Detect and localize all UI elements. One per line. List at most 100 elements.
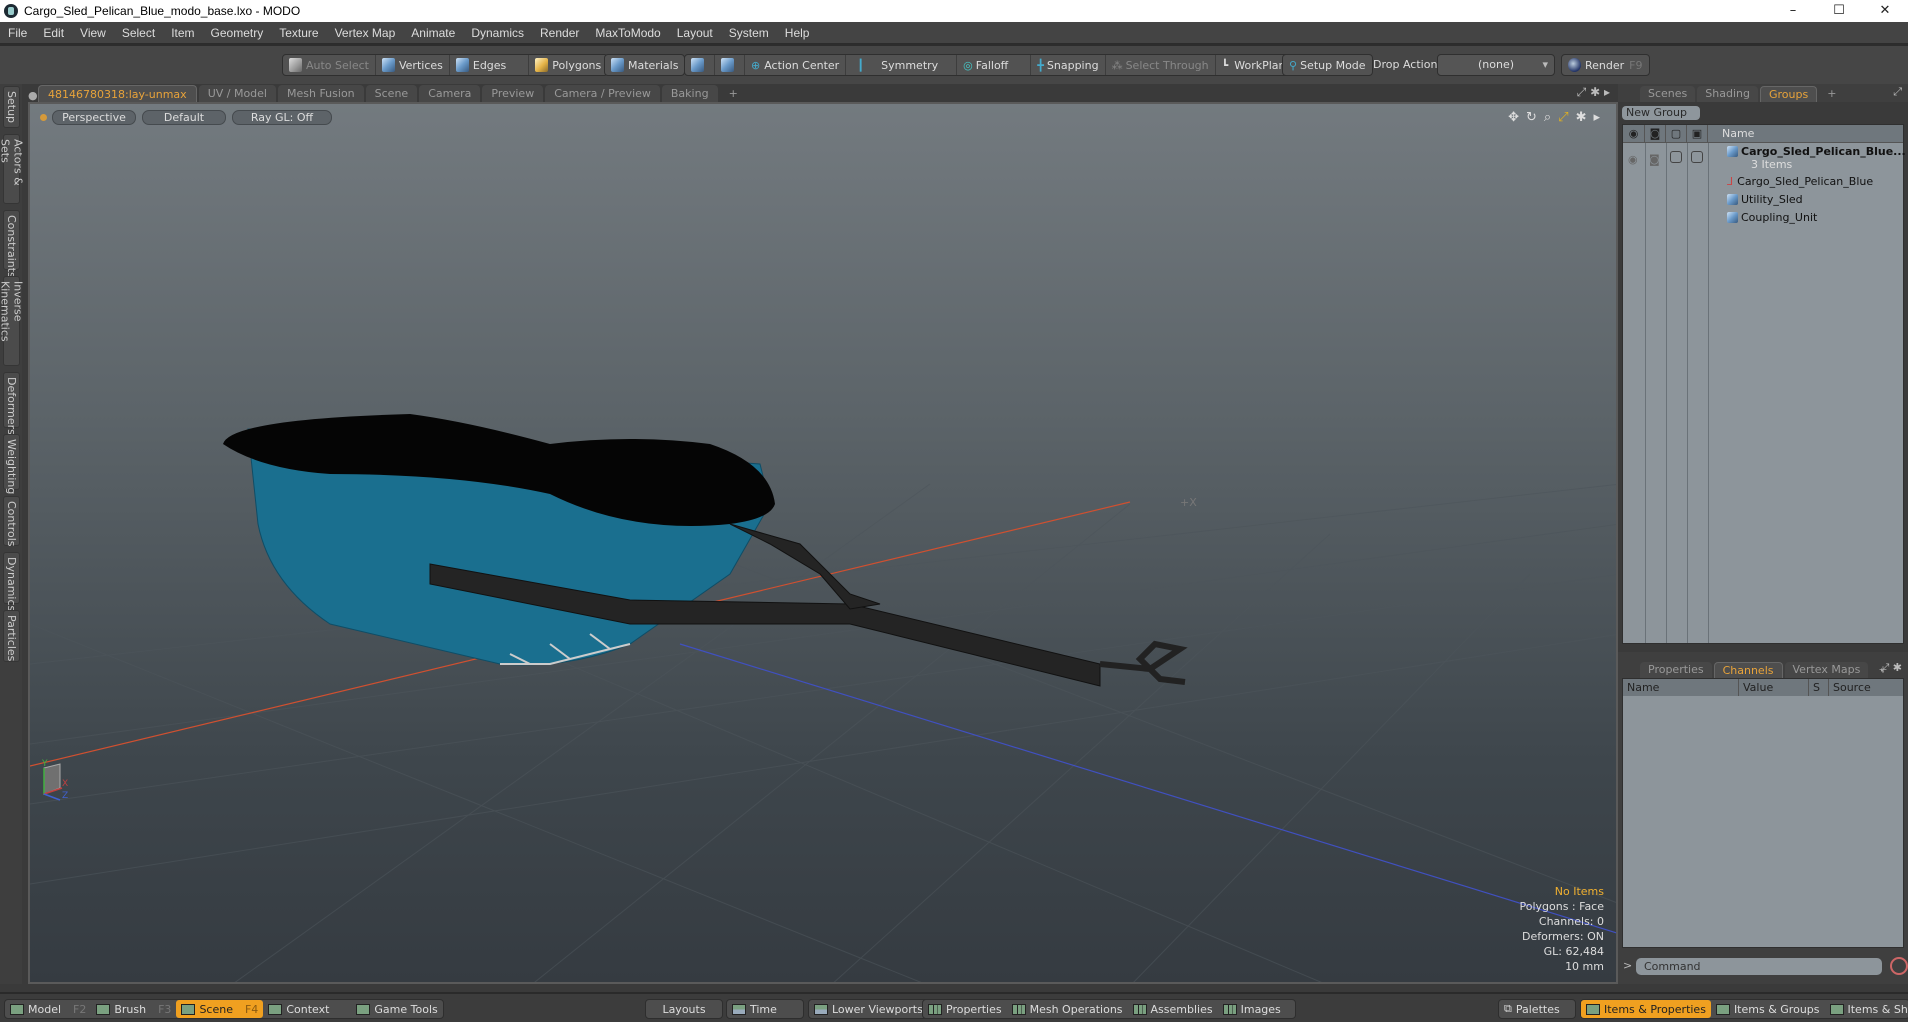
add-right-tab-button[interactable]: +: [1819, 86, 1844, 102]
mesh-operations-button[interactable]: Mesh Operations: [1007, 1000, 1128, 1018]
render-button[interactable]: Render F9: [1562, 55, 1649, 75]
action-center-button[interactable]: ⊕ Action Center: [745, 55, 847, 75]
tab-shading[interactable]: Shading: [1697, 86, 1758, 102]
menu-geometry[interactable]: Geometry: [203, 26, 272, 40]
menu-view[interactable]: View: [72, 26, 114, 40]
group-item-utility-sled[interactable]: Utility_Sled: [1727, 193, 1803, 206]
materials-button[interactable]: Materials: [605, 55, 684, 75]
menu-vertex-map[interactable]: Vertex Map: [327, 26, 404, 40]
left-tab-particles[interactable]: Particles: [3, 610, 20, 662]
menu-help[interactable]: Help: [777, 26, 818, 40]
tab-menu-dot-icon[interactable]: ●: [28, 89, 38, 102]
row-visibility-toggle[interactable]: ◉: [1628, 153, 1638, 166]
render-camera-icon[interactable]: ◙: [1645, 125, 1666, 142]
select-cube-icon[interactable]: ▣: [1687, 125, 1708, 142]
menu-item[interactable]: Item: [163, 26, 202, 40]
arrow-right-icon[interactable]: ▸: [1604, 85, 1610, 99]
snapping-button[interactable]: ╋ Snapping: [1031, 55, 1106, 75]
visibility-eye-icon[interactable]: ◉: [1623, 125, 1645, 142]
left-tab-setup[interactable]: Setup: [3, 86, 20, 128]
menu-dynamics[interactable]: Dynamics: [463, 26, 532, 40]
left-tab-constraints[interactable]: Constraints: [3, 210, 20, 278]
channel-col-s[interactable]: S: [1809, 679, 1829, 696]
row-lock-toggle[interactable]: [1670, 151, 1682, 163]
palettes-button[interactable]: ⧉ Palettes: [1498, 999, 1576, 1019]
fit-icon[interactable]: ⤢: [1558, 110, 1568, 125]
channels-tools-icon[interactable]: ⤢ ✱: [1880, 661, 1902, 675]
row-select-toggle[interactable]: [1691, 151, 1703, 163]
polygons-button[interactable]: Polygons: [529, 55, 607, 75]
left-tab-deformers[interactable]: Deformers: [3, 372, 20, 435]
tab-groups[interactable]: Groups: [1759, 86, 1818, 102]
setup-mode-button[interactable]: ⚲ Setup Mode: [1283, 55, 1372, 75]
record-icon[interactable]: [1890, 957, 1908, 975]
menu-render[interactable]: Render: [532, 26, 587, 40]
mode-model[interactable]: Model F2: [5, 1000, 91, 1018]
lower-viewports-button[interactable]: Lower Viewports: [808, 999, 929, 1019]
command-input[interactable]: Command: [1636, 958, 1882, 975]
properties-button[interactable]: Properties: [923, 1000, 1007, 1018]
symmetry-button[interactable]: ▕▏ Symmetry: [846, 55, 958, 75]
tab-preview[interactable]: Preview: [482, 85, 544, 102]
drop-action-select[interactable]: (none): [1437, 54, 1555, 76]
tab-baking[interactable]: Baking: [661, 85, 718, 102]
items-properties-button[interactable]: Items & Properties: [1581, 1000, 1711, 1018]
tab-scene[interactable]: Scene: [365, 85, 418, 102]
menu-select[interactable]: Select: [114, 26, 163, 40]
menu-maxtomodo[interactable]: MaxToModo: [587, 26, 668, 40]
left-tab-dynamics[interactable]: Dynamics: [3, 552, 20, 611]
add-tab-button[interactable]: +: [720, 85, 747, 102]
channel-col-name[interactable]: Name: [1623, 679, 1739, 696]
menu-texture[interactable]: Texture: [271, 26, 326, 40]
maximize-icon[interactable]: ⤢: [1577, 85, 1587, 99]
tab-uv-model[interactable]: UV / Model: [198, 85, 276, 102]
menu-file[interactable]: File: [0, 26, 35, 40]
vertices-button[interactable]: Vertices: [376, 55, 450, 75]
items-shading-button[interactable]: Items & Shading: [1825, 1000, 1908, 1018]
tab-properties[interactable]: Properties: [1640, 662, 1712, 678]
tab-camera-preview[interactable]: Camera / Preview: [545, 85, 660, 102]
minimize-button[interactable]: –: [1770, 0, 1816, 22]
raygl-button[interactable]: Ray GL: Off: [232, 110, 332, 125]
left-tab-controls[interactable]: Controls: [3, 496, 20, 547]
group-root[interactable]: Cargo_Sled_Pelican_Blue...: [1727, 145, 1906, 158]
time-button[interactable]: Time: [726, 999, 804, 1019]
left-tab-inverse-kinematics[interactable]: Inverse Kinematics: [0, 276, 25, 366]
row-render-toggle[interactable]: ◙: [1649, 153, 1660, 166]
close-button[interactable]: ✕: [1862, 0, 1908, 22]
maximize-button[interactable]: ☐: [1816, 0, 1862, 22]
transform-button-1[interactable]: [685, 55, 715, 75]
mode-brush[interactable]: Brush F3: [91, 1000, 176, 1018]
mode-scene[interactable]: Scene F4: [176, 1000, 264, 1018]
transform-button-2[interactable]: [715, 55, 745, 75]
tab-lay-unmax[interactable]: 48146780318:lay-unmax: [38, 85, 197, 102]
rotate-icon[interactable]: ↻: [1526, 110, 1537, 125]
menu-edit[interactable]: Edit: [35, 26, 72, 40]
new-group-button[interactable]: New Group: [1622, 106, 1700, 120]
group-item-locator[interactable]: ⅃ Cargo_Sled_Pelican_Blue: [1727, 175, 1873, 188]
tab-channels[interactable]: Channels: [1713, 662, 1783, 678]
images-button[interactable]: Images: [1218, 1000, 1295, 1018]
zoom-icon[interactable]: ⌕: [1544, 110, 1551, 125]
3d-viewport[interactable]: +X Y X Z Perspective Default Ray GL: Off…: [28, 102, 1618, 984]
tab-camera[interactable]: Camera: [419, 85, 481, 102]
items-groups-button[interactable]: Items & Groups: [1711, 1000, 1825, 1018]
viewport-options-dot[interactable]: [40, 114, 47, 121]
tab-mesh-fusion[interactable]: Mesh Fusion: [278, 85, 364, 102]
name-column-header[interactable]: Name: [1708, 125, 1903, 142]
edges-button[interactable]: Edges: [450, 55, 530, 75]
shading-mode-button[interactable]: Default: [142, 110, 226, 125]
auto-select-button[interactable]: Auto Select: [283, 55, 376, 75]
assemblies-button[interactable]: Assemblies: [1128, 1000, 1218, 1018]
channel-col-value[interactable]: Value: [1739, 679, 1809, 696]
viewport-more-icon[interactable]: ▸: [1593, 110, 1600, 125]
select-through-button[interactable]: ⁂ Select Through: [1106, 55, 1216, 75]
mode-game-tools[interactable]: Game Tools: [351, 1000, 442, 1018]
menu-system[interactable]: System: [721, 26, 777, 40]
channel-col-source[interactable]: Source: [1829, 679, 1903, 696]
left-tab-weighting[interactable]: Weighting: [3, 434, 20, 494]
group-item-coupling-unit[interactable]: Coupling_Unit: [1727, 211, 1817, 224]
panel-maximize-icon[interactable]: ⤢: [1893, 85, 1902, 99]
menu-animate[interactable]: Animate: [403, 26, 463, 40]
menu-layout[interactable]: Layout: [669, 26, 721, 40]
